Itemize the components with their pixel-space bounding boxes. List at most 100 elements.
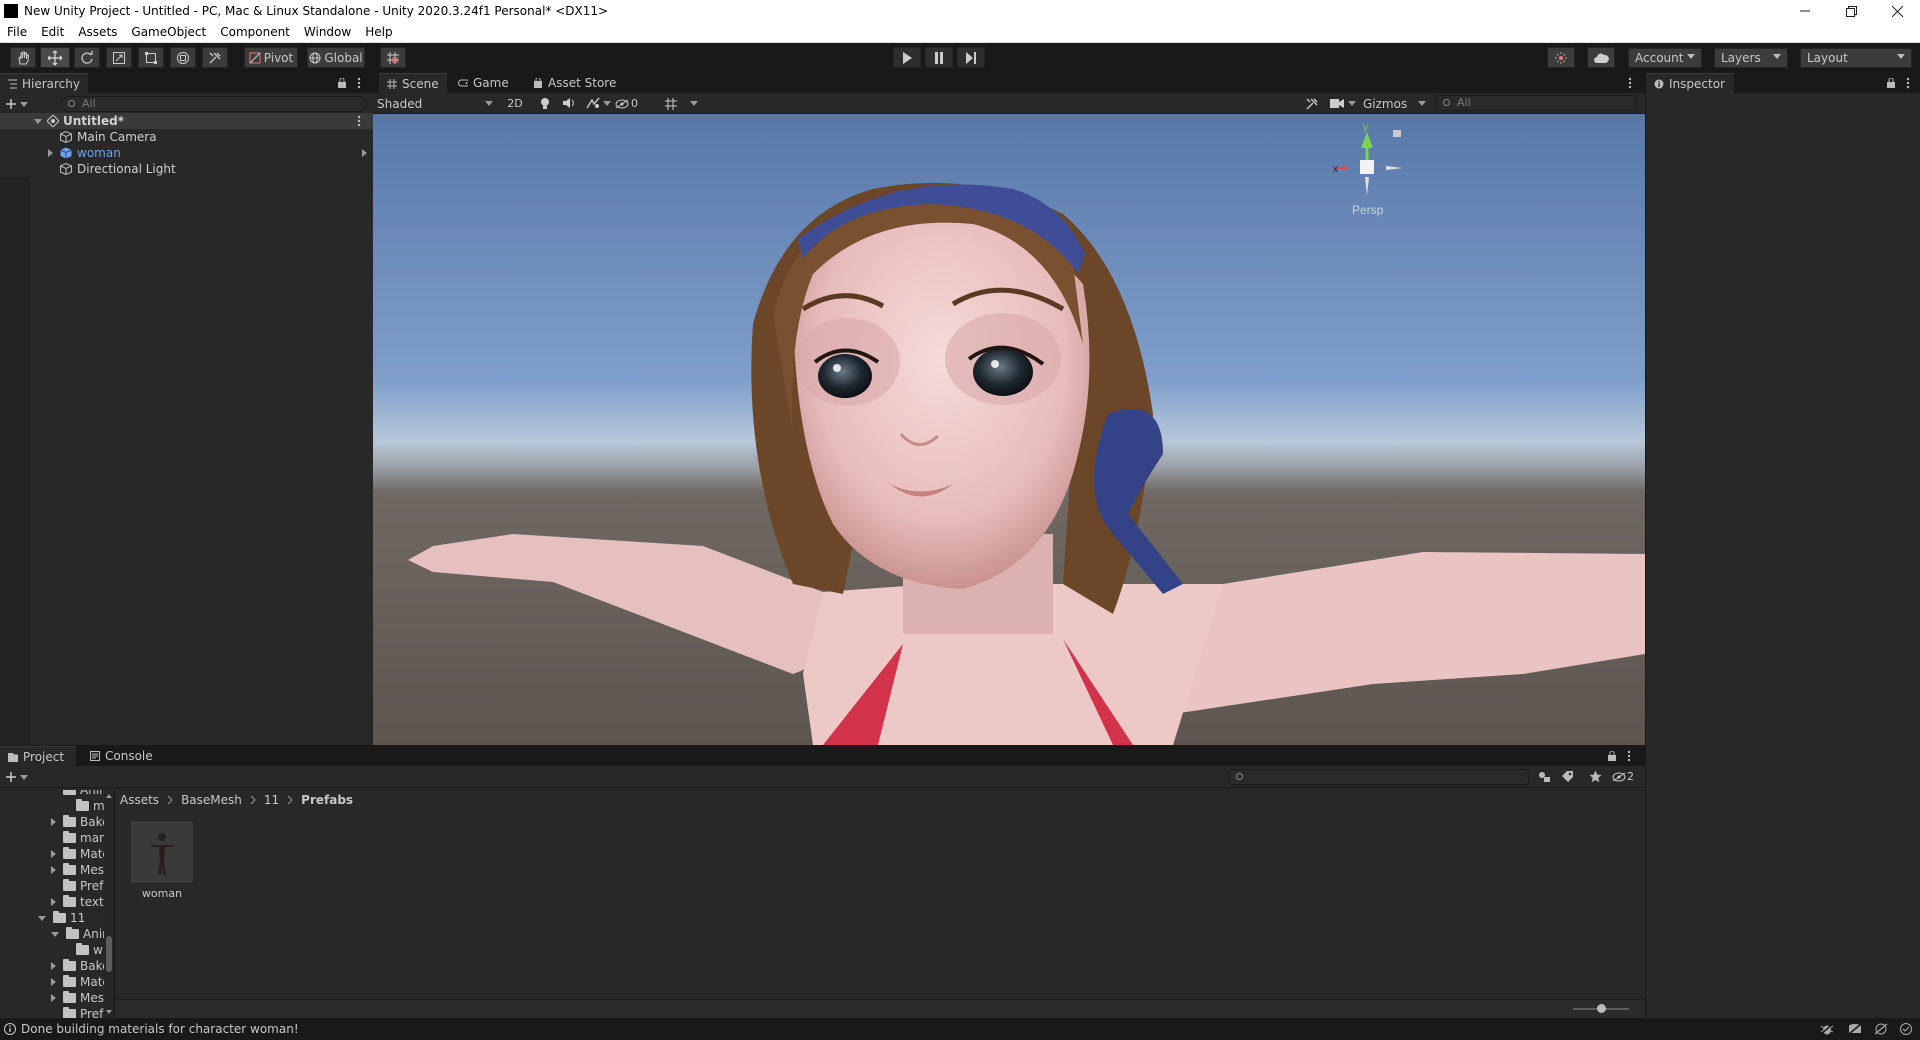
chevron-right-icon[interactable]	[51, 898, 56, 906]
project-tree-item[interactable]: Bake	[0, 958, 110, 974]
tab-scene[interactable]: Scene	[379, 73, 447, 93]
project-tree-item[interactable]: textu	[0, 894, 111, 910]
chevron-down-icon[interactable]	[51, 931, 59, 937]
chevron-right-icon[interactable]	[48, 149, 53, 157]
hierarchy-search-input[interactable]: All	[61, 96, 367, 112]
grid-snap-button[interactable]	[380, 47, 406, 68]
transform-tool-button[interactable]	[170, 47, 196, 68]
hidden-objects-toggle[interactable]: 0	[615, 96, 638, 111]
bug-icon[interactable]	[1820, 1023, 1834, 1035]
minimize-button[interactable]	[1782, 0, 1828, 22]
project-tree-item[interactable]: 11	[0, 910, 85, 926]
scene-row[interactable]: Untitled*	[0, 113, 373, 129]
breadcrumb-assets[interactable]: Assets	[120, 793, 159, 807]
filter-by-type-icon[interactable]	[1537, 770, 1551, 783]
2d-toggle[interactable]: 2D	[503, 95, 527, 112]
hidden-packages-toggle[interactable]: 2	[1612, 770, 1634, 783]
kebab-menu-icon[interactable]	[357, 115, 361, 127]
tab-hierarchy[interactable]: Hierarchy	[0, 73, 88, 93]
layers-dropdown[interactable]: Layers	[1714, 48, 1788, 68]
breadcrumb-11[interactable]: 11	[264, 793, 279, 807]
step-button[interactable]	[957, 47, 985, 68]
project-create-button[interactable]	[6, 769, 34, 785]
menu-window[interactable]: Window	[297, 25, 358, 39]
chevron-down-icon[interactable]	[34, 118, 42, 124]
lock-icon[interactable]	[1886, 78, 1896, 88]
project-tree-item[interactable]: Mate	[0, 846, 110, 862]
camera-icon[interactable]	[1330, 98, 1344, 109]
shading-mode-dropdown[interactable]: Shaded	[377, 95, 495, 112]
breadcrumb-basemesh[interactable]: BaseMesh	[181, 793, 242, 807]
effects-icon[interactable]	[586, 97, 600, 109]
project-tree-item[interactable]: Mes	[0, 862, 104, 878]
menu-edit[interactable]: Edit	[34, 25, 71, 39]
tab-console[interactable]: Console	[82, 746, 161, 766]
play-button[interactable]	[893, 47, 921, 68]
custom-tool-button[interactable]	[202, 47, 228, 68]
project-tree-item[interactable]: Bake	[0, 814, 110, 830]
kebab-menu-icon[interactable]	[1906, 77, 1910, 89]
project-tree-item[interactable]: Anim	[0, 790, 111, 798]
asset-item[interactable]: woman	[131, 821, 193, 901]
close-button[interactable]	[1874, 0, 1920, 22]
chevron-right-icon[interactable]	[51, 994, 56, 1002]
global-toggle[interactable]: Global	[307, 47, 365, 68]
progress-check-icon[interactable]	[1900, 1023, 1912, 1035]
breadcrumb-prefabs[interactable]: Prefabs	[301, 793, 353, 807]
cache-server-icon[interactable]	[1848, 1023, 1862, 1035]
scroll-down-arrow[interactable]	[106, 1010, 112, 1014]
tab-inspector[interactable]: Inspector	[1646, 73, 1734, 93]
project-tree-item[interactable]: m	[0, 798, 105, 814]
rect-tool-button[interactable]	[138, 47, 164, 68]
hand-tool-button[interactable]	[10, 47, 36, 68]
scene-viewport[interactable]: x y Persp	[373, 114, 1645, 745]
chevron-down-icon[interactable]	[1348, 101, 1356, 106]
tab-game[interactable]: Game	[450, 73, 517, 93]
tools-icon[interactable]	[1305, 97, 1319, 111]
cloud-button[interactable]	[1587, 47, 1615, 68]
project-search-input[interactable]	[1229, 769, 1529, 785]
create-button[interactable]	[6, 96, 34, 112]
project-tree-item[interactable]: w	[0, 942, 103, 958]
kebab-menu-icon[interactable]	[357, 77, 361, 89]
rotate-tool-button[interactable]	[74, 47, 100, 68]
kebab-menu-icon[interactable]	[1628, 77, 1632, 89]
scale-tool-button[interactable]	[106, 47, 132, 68]
gizmos-dropdown[interactable]: Gizmos	[1363, 95, 1427, 112]
chevron-right-icon[interactable]	[51, 978, 56, 986]
project-tree-item[interactable]: Prefa	[0, 878, 111, 894]
auto-generate-lighting-icon[interactable]	[1874, 1023, 1888, 1035]
chevron-down-icon[interactable]	[603, 101, 611, 106]
hierarchy-item-directional-light[interactable]: Directional Light	[0, 161, 373, 177]
layout-dropdown[interactable]: Layout	[1800, 48, 1912, 68]
scroll-up-arrow[interactable]	[106, 794, 112, 798]
tree-scrollbar[interactable]	[104, 790, 114, 1019]
chevron-down-icon[interactable]	[38, 915, 46, 921]
hierarchy-item-woman[interactable]: woman	[0, 145, 373, 161]
favorite-star-icon[interactable]	[1589, 770, 1602, 783]
lock-icon[interactable]	[337, 78, 347, 88]
zoom-slider-thumb[interactable]	[1597, 1004, 1606, 1013]
hierarchy-item-main-camera[interactable]: Main Camera	[0, 129, 373, 145]
kebab-menu-icon[interactable]	[1627, 750, 1631, 762]
pivot-toggle[interactable]: Pivot	[244, 47, 298, 68]
chevron-right-icon[interactable]	[51, 850, 56, 858]
maximize-button[interactable]	[1828, 0, 1874, 22]
chevron-right-icon[interactable]	[51, 866, 56, 874]
chevron-down-icon[interactable]	[690, 101, 698, 106]
lock-icon[interactable]	[1607, 751, 1617, 761]
project-tree-item[interactable]: man	[0, 830, 107, 846]
collab-button[interactable]	[1547, 47, 1575, 68]
chevron-right-icon[interactable]	[362, 149, 367, 157]
tab-asset-store[interactable]: Asset Store	[525, 73, 624, 93]
project-tree-item[interactable]: Anim	[0, 926, 114, 942]
speaker-icon[interactable]	[562, 97, 576, 109]
project-tree-item[interactable]: Mate	[0, 974, 110, 990]
menu-gameobject[interactable]: GameObject	[124, 25, 213, 39]
menu-component[interactable]: Component	[213, 25, 297, 39]
project-tree-item[interactable]: Mes	[0, 990, 104, 1006]
tab-project[interactable]: Project	[0, 746, 76, 766]
chevron-right-icon[interactable]	[51, 962, 56, 970]
lightbulb-icon[interactable]	[540, 97, 550, 110]
chevron-right-icon[interactable]	[51, 818, 56, 826]
